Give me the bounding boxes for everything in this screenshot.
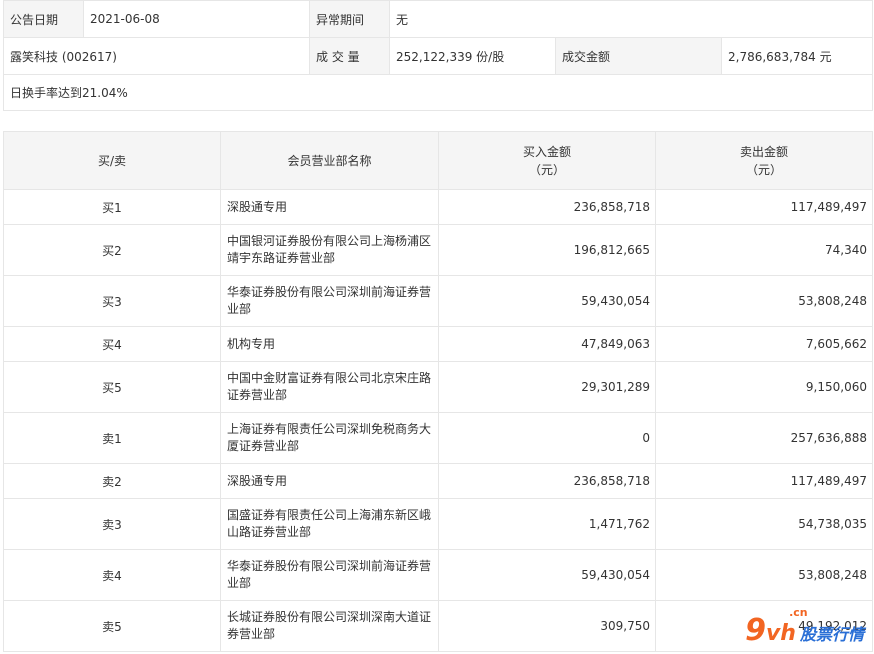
row-sell: 257,636,888 [655, 412, 873, 464]
row-buy: 47,849,063 [438, 326, 656, 362]
header-sell-title: 卖出金额 [739, 144, 788, 159]
amount-label: 成交金额 [555, 37, 722, 75]
row-side: 买3 [3, 275, 221, 327]
header-sell-unit: （元） [745, 162, 782, 177]
row-dept: 深股通专用 [220, 463, 439, 499]
announce-date-label: 公告日期 [3, 0, 84, 38]
watermark-brand-num: 9 [745, 613, 766, 648]
header-dept: 会员营业部名称 [220, 131, 439, 190]
info-row-note: 日换手率达到21.04% [2, 74, 874, 111]
row-dept: 国盛证券有限责任公司上海浦东新区峨山路证券营业部 [220, 498, 439, 550]
row-side: 卖4 [3, 549, 221, 601]
row-buy: 0 [438, 412, 656, 464]
row-side: 买2 [3, 224, 221, 276]
header-buy: 买入金额 （元） [438, 131, 656, 190]
row-sell: 117,489,497 [655, 189, 873, 225]
header-side: 买/卖 [3, 131, 221, 190]
row-side: 买5 [3, 361, 221, 413]
table-row: 买1 深股通专用 236,858,718 117,489,497 [3, 189, 873, 225]
row-side: 买1 [3, 189, 221, 225]
row-sell: 7,605,662 [655, 326, 873, 362]
row-side: 卖2 [3, 463, 221, 499]
row-side: 卖5 [3, 600, 221, 652]
row-sell: 53,808,248 [655, 275, 873, 327]
announce-date-value: 2021-06-08 [83, 0, 310, 38]
row-dept: 上海证券有限责任公司深圳免税商务大厦证券营业部 [220, 412, 439, 464]
header-buy-unit: （元） [528, 162, 565, 177]
row-buy: 236,858,718 [438, 463, 656, 499]
table-row: 卖3 国盛证券有限责任公司上海浦东新区峨山路证券营业部 1,471,762 54… [3, 498, 873, 550]
row-buy: 236,858,718 [438, 189, 656, 225]
stock-name: 露笑科技 (002617) [3, 37, 310, 75]
row-side: 买4 [3, 326, 221, 362]
table-row: 卖2 深股通专用 236,858,718 117,489,497 [3, 463, 873, 499]
watermark-brand-text: 股票行情 [799, 625, 864, 644]
row-dept: 中国中金财富证券有限公司北京宋庄路证券营业部 [220, 361, 439, 413]
row-dept: 长城证券股份有限公司深圳深南大道证券营业部 [220, 600, 439, 652]
info-row-date: 公告日期 2021-06-08 异常期间 无 [3, 0, 874, 38]
table-row: 卖5 长城证券股份有限公司深圳深南大道证券营业部 309,750 49,192,… [3, 600, 873, 652]
row-buy: 1,471,762 [438, 498, 656, 550]
table-row: 卖4 华泰证券股份有限公司深圳前海证券营业部 59,430,054 53,808… [3, 549, 873, 601]
turnover-note: 日换手率达到21.04% [2, 74, 874, 111]
row-sell: 117,489,497 [655, 463, 873, 499]
row-dept: 华泰证券股份有限公司深圳前海证券营业部 [220, 549, 439, 601]
volume-value: 252,122,339 份/股 [389, 37, 556, 75]
row-sell: 9,150,060 [655, 361, 873, 413]
watermark-brand-letters: vh [765, 621, 796, 646]
row-side: 卖3 [3, 498, 221, 550]
row-buy: 29,301,289 [438, 361, 656, 413]
watermark-logo: 9 vh .cn 股票行情 [745, 606, 864, 648]
row-buy: 196,812,665 [438, 224, 656, 276]
header-buy-title: 买入金额 [522, 144, 571, 159]
table-row: 买5 中国中金财富证券有限公司北京宋庄路证券营业部 29,301,289 9,1… [3, 361, 873, 413]
table-header-row: 买/卖 会员营业部名称 买入金额 （元） 卖出金额 （元） [3, 131, 873, 190]
row-side: 卖1 [3, 412, 221, 464]
volume-label: 成 交 量 [309, 37, 390, 75]
header-sell: 卖出金额 （元） [655, 131, 873, 190]
anomaly-period-label: 异常期间 [309, 0, 390, 38]
table-row: 买3 华泰证券股份有限公司深圳前海证券营业部 59,430,054 53,808… [3, 275, 873, 327]
stock-info-table: 公告日期 2021-06-08 异常期间 无 露笑科技 (002617) 成 交… [2, 0, 874, 111]
anomaly-period-value: 无 [388, 0, 874, 38]
row-dept: 华泰证券股份有限公司深圳前海证券营业部 [220, 275, 439, 327]
table-row: 买2 中国银河证券股份有限公司上海杨浦区靖宇东路证券营业部 196,812,66… [3, 224, 873, 276]
row-sell: 54,738,035 [655, 498, 873, 550]
row-dept: 机构专用 [220, 326, 439, 362]
row-sell: 53,808,248 [655, 549, 873, 601]
table-row: 卖1 上海证券有限责任公司深圳免税商务大厦证券营业部 0 257,636,888 [3, 412, 873, 464]
row-buy: 309,750 [438, 600, 656, 652]
table-row: 买4 机构专用 47,849,063 7,605,662 [3, 326, 873, 362]
amount-value: 2,786,683,784 元 [720, 37, 874, 75]
info-row-stock: 露笑科技 (002617) 成 交 量 252,122,339 份/股 成交金额… [3, 37, 874, 75]
row-dept: 中国银河证券股份有限公司上海杨浦区靖宇东路证券营业部 [220, 224, 439, 276]
row-sell: 74,340 [655, 224, 873, 276]
row-buy: 59,430,054 [438, 549, 656, 601]
watermark-brand-domain: .cn [789, 606, 808, 619]
broker-deals-table: 买/卖 会员营业部名称 买入金额 （元） 卖出金额 （元） 买1 深股通专用 2… [3, 131, 873, 652]
row-dept: 深股通专用 [220, 189, 439, 225]
row-buy: 59,430,054 [438, 275, 656, 327]
